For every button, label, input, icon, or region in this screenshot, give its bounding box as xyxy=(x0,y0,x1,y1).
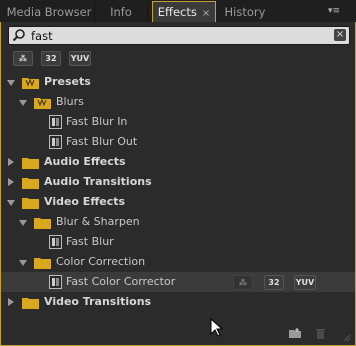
tree-item-label: Fast Blur xyxy=(66,235,114,248)
tree-item-blurs[interactable]: Blurs xyxy=(1,92,355,112)
32-bit-filter-button[interactable]: 32 xyxy=(41,51,61,66)
search-box: × xyxy=(8,26,350,45)
tree-item-label: Audio Transitions xyxy=(44,175,152,188)
effects-panel: × ⁂ 32 YUV Presets Blurs xyxy=(0,22,356,346)
tab-media-browser[interactable]: Media Browser xyxy=(4,2,95,22)
yuv-filter-button[interactable]: YUV xyxy=(69,51,91,66)
tree-item-fast-color-corrector[interactable]: Fast Color Corrector ⁂ 32 YUV xyxy=(1,272,355,292)
effect-icon xyxy=(49,275,62,289)
tab-label: Info xyxy=(110,5,132,19)
tree-item-fast-blur[interactable]: Fast Blur xyxy=(1,232,355,252)
presets-folder-icon xyxy=(34,98,51,109)
tree-item-label: Blurs xyxy=(56,95,84,108)
folder-icon xyxy=(34,258,51,269)
tree-item-label: Video Effects xyxy=(44,195,126,208)
expand-arrow-icon[interactable] xyxy=(8,158,14,166)
tree-item-blur-sharpen[interactable]: Blur & Sharpen xyxy=(1,212,355,232)
folder-icon xyxy=(22,158,39,169)
tree-item-label: Blur & Sharpen xyxy=(56,215,140,228)
tree-item-label: Video Transitions xyxy=(44,295,152,308)
tab-info[interactable]: Info xyxy=(95,2,148,22)
expand-arrow-icon[interactable] xyxy=(8,178,14,186)
tree-item-label: Audio Effects xyxy=(44,155,126,168)
yuv-badge: YUV xyxy=(294,275,316,290)
folder-icon xyxy=(22,198,39,209)
tab-history[interactable]: History xyxy=(216,2,274,22)
resize-grip-icon[interactable] xyxy=(341,332,351,342)
mouse-cursor-icon xyxy=(210,318,224,337)
32-bit-badge: 32 xyxy=(264,275,284,290)
tree-item-label: Fast Blur Out xyxy=(66,135,138,148)
folder-icon xyxy=(34,218,51,229)
tab-label: History xyxy=(224,5,266,19)
tree-item-video-transitions[interactable]: Video Transitions xyxy=(1,292,355,312)
tree-item-presets[interactable]: Presets xyxy=(1,72,355,92)
tree-item-audio-transitions[interactable]: Audio Transitions xyxy=(1,172,355,192)
tree-item-video-effects[interactable]: Video Effects xyxy=(1,192,355,212)
tree-item-fast-blur-in[interactable]: Fast Blur In xyxy=(1,112,355,132)
expand-arrow-icon[interactable] xyxy=(19,220,27,226)
tree-item-label: Fast Color Corrector xyxy=(66,275,176,288)
expand-arrow-icon[interactable] xyxy=(19,260,27,266)
tree-item-audio-effects[interactable]: Audio Effects xyxy=(1,152,355,172)
close-icon[interactable]: × xyxy=(202,8,210,19)
expand-arrow-icon[interactable] xyxy=(7,80,15,86)
effect-icon xyxy=(49,235,62,249)
presets-folder-icon xyxy=(22,78,39,89)
trash-icon[interactable] xyxy=(315,327,326,339)
folder-icon xyxy=(22,298,39,309)
tree-item-label: Presets xyxy=(44,75,91,88)
tab-label: Media Browser xyxy=(6,5,92,19)
tab-label: Effects xyxy=(157,5,197,19)
tree-item-label: Color Correction xyxy=(56,255,146,268)
accelerated-filter-button[interactable]: ⁂ xyxy=(13,51,33,66)
clear-search-icon[interactable]: × xyxy=(334,29,346,41)
new-custom-bin-icon[interactable] xyxy=(288,327,302,339)
expand-arrow-icon[interactable] xyxy=(8,298,14,306)
accelerated-badge: ⁂ xyxy=(233,275,253,290)
tree-item-color-correction[interactable]: Color Correction xyxy=(1,252,355,272)
folder-icon xyxy=(22,178,39,189)
search-icon xyxy=(12,29,25,42)
effect-icon xyxy=(49,135,62,149)
tree-item-label: Fast Blur In xyxy=(66,115,128,128)
expand-arrow-icon[interactable] xyxy=(19,100,27,106)
tab-bar: Media Browser Info Effects × History ▾≡ xyxy=(0,0,356,23)
search-input[interactable] xyxy=(31,27,331,44)
tree-item-fast-blur-out[interactable]: Fast Blur Out xyxy=(1,132,355,152)
tab-effects[interactable]: Effects × xyxy=(152,1,216,23)
panel-menu-icon[interactable]: ▾≡ xyxy=(328,5,348,17)
expand-arrow-icon[interactable] xyxy=(7,200,15,206)
effect-icon xyxy=(49,115,62,129)
